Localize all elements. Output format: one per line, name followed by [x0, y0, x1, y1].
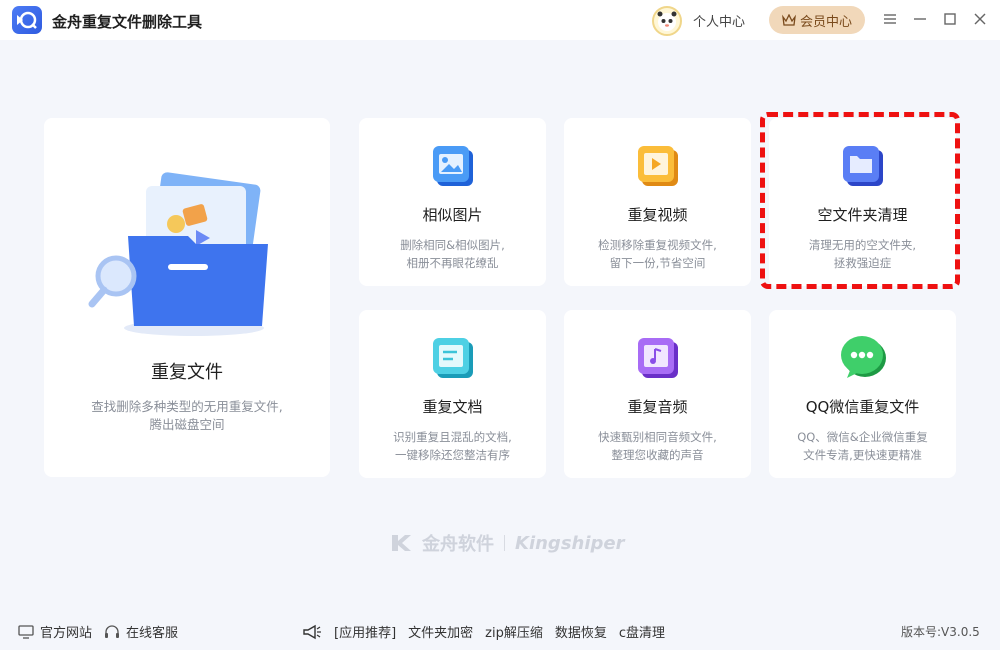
music-icon — [637, 338, 678, 378]
online-service-label: 在线客服 — [126, 626, 179, 641]
card-desc-line: 文件专清,更快速更精准 — [803, 448, 922, 462]
monitor-icon — [18, 624, 34, 639]
folder-search-illustration-icon — [88, 172, 268, 336]
duplicate-audio-card[interactable]: 重复音频 快速甄别相同音频文件, 整理您收藏的声音 — [564, 310, 751, 478]
app-recommend-label: [应用推荐] — [334, 626, 397, 641]
card-desc-line: 检测移除重复视频文件, — [598, 238, 717, 252]
duplicate-videos-card[interactable]: 重复视频 检测移除重复视频文件, 留下一份,节省空间 — [564, 118, 751, 286]
title-bar: 金舟重复文件删除工具 个人中心 会员中心 — [0, 0, 1000, 40]
app-logo-icon — [12, 6, 42, 34]
card-desc-line: 拯救强迫症 — [833, 256, 892, 270]
close-button[interactable] — [971, 10, 989, 28]
duplicate-documents-card[interactable]: 重复文档 识别重复且混乱的文档, 一键移除还您整洁有序 — [359, 310, 546, 478]
card-title: 空文件夹清理 — [817, 206, 908, 224]
official-site-label: 官方网站 — [40, 626, 93, 641]
data-recovery-link[interactable]: 数据恢复 — [555, 622, 607, 641]
similar-images-card[interactable]: 相似图片 删除相同&相似图片, 相册不再眼花缭乱 — [359, 118, 546, 286]
menu-icon — [884, 14, 896, 24]
brand-watermark: 金舟软件 Kingshiper — [390, 530, 625, 556]
close-icon — [974, 13, 986, 25]
folder-icon — [842, 146, 883, 186]
card-desc-line: 清理无用的空文件夹, — [808, 238, 917, 252]
card-title: 相似图片 — [422, 206, 483, 224]
brand-name-en: Kingshiper — [515, 532, 625, 554]
card-desc-line: 识别重复且混乱的文档, — [393, 430, 512, 444]
card-desc-line: 删除相同&相似图片, — [400, 238, 505, 252]
avatar[interactable] — [652, 6, 682, 36]
card-desc-line: 腾出磁盘空间 — [149, 417, 225, 432]
card-description: 删除相同&相似图片, 相册不再眼花缭乱 — [359, 236, 546, 272]
card-description: 查找删除多种类型的无用重复文件, 腾出磁盘空间 — [44, 398, 330, 434]
crown-icon — [782, 14, 796, 26]
video-icon — [637, 146, 678, 186]
footer: 官方网站 在线客服 [应用推荐] 文件夹加密 zip解压缩 数据恢复 c盘清理 … — [0, 612, 1000, 650]
card-desc-line: 一键移除还您整洁有序 — [395, 448, 510, 462]
brand-name-cn: 金舟软件 — [422, 534, 494, 555]
official-site-link[interactable]: 官方网站 — [18, 622, 92, 641]
maximize-button[interactable] — [941, 10, 959, 28]
card-desc-line: 快速甄别相同音频文件, — [598, 430, 717, 444]
empty-folder-cleanup-card[interactable]: 空文件夹清理 清理无用的空文件夹, 拯救强迫症 — [769, 118, 956, 286]
headset-icon — [105, 624, 119, 638]
brand-logo-icon — [392, 535, 411, 551]
megaphone-icon — [303, 624, 321, 639]
document-icon — [432, 338, 473, 378]
maximize-icon — [944, 13, 956, 25]
brand-divider — [504, 535, 505, 551]
vip-center-label: 会员中心 — [799, 14, 852, 30]
card-desc-line: 查找删除多种类型的无用重复文件, — [91, 399, 283, 414]
qq-wechat-duplicate-card[interactable]: QQ微信重复文件 QQ、微信&企业微信重复 文件专清,更快速更精准 — [769, 310, 956, 478]
card-title: 重复音频 — [627, 398, 688, 416]
card-desc-line: QQ、微信&企业微信重复 — [797, 430, 928, 444]
card-desc-line: 整理您收藏的声音 — [611, 448, 704, 462]
duplicate-files-card[interactable]: 重复文件 查找删除多种类型的无用重复文件, 腾出磁盘空间 — [44, 118, 330, 477]
chat-icon — [840, 336, 886, 378]
zip-unzip-link[interactable]: zip解压缩 — [485, 622, 543, 641]
app-recommend-bar: [应用推荐] 文件夹加密 zip解压缩 数据恢复 c盘清理 — [302, 622, 665, 641]
minimize-icon — [914, 18, 926, 20]
card-title: QQ微信重复文件 — [805, 398, 920, 416]
version-label: 版本号:V3.0.5 — [901, 625, 980, 639]
card-description: 识别重复且混乱的文档, 一键移除还您整洁有序 — [359, 428, 546, 464]
card-desc-line: 留下一份,节省空间 — [609, 256, 706, 270]
card-description: QQ、微信&企业微信重复 文件专清,更快速更精准 — [769, 428, 956, 464]
user-center-link[interactable]: 个人中心 — [693, 11, 745, 30]
app-title: 金舟重复文件删除工具 — [52, 13, 203, 31]
card-desc-line: 相册不再眼花缭乱 — [406, 256, 499, 270]
card-title: 重复文档 — [422, 398, 483, 416]
menu-button[interactable] — [881, 10, 899, 28]
image-icon — [432, 146, 473, 186]
folder-encrypt-link[interactable]: 文件夹加密 — [408, 622, 473, 641]
card-description: 快速甄别相同音频文件, 整理您收藏的声音 — [564, 428, 751, 464]
card-title: 重复视频 — [627, 206, 688, 224]
card-title: 重复文件 — [151, 362, 223, 383]
vip-center-button[interactable]: 会员中心 — [769, 6, 865, 34]
card-description: 检测移除重复视频文件, 留下一份,节省空间 — [564, 236, 751, 272]
card-description: 清理无用的空文件夹, 拯救强迫症 — [769, 236, 956, 272]
online-service-link[interactable]: 在线客服 — [104, 622, 178, 641]
c-drive-cleanup-link[interactable]: c盘清理 — [619, 622, 665, 641]
minimize-button[interactable] — [911, 10, 929, 28]
